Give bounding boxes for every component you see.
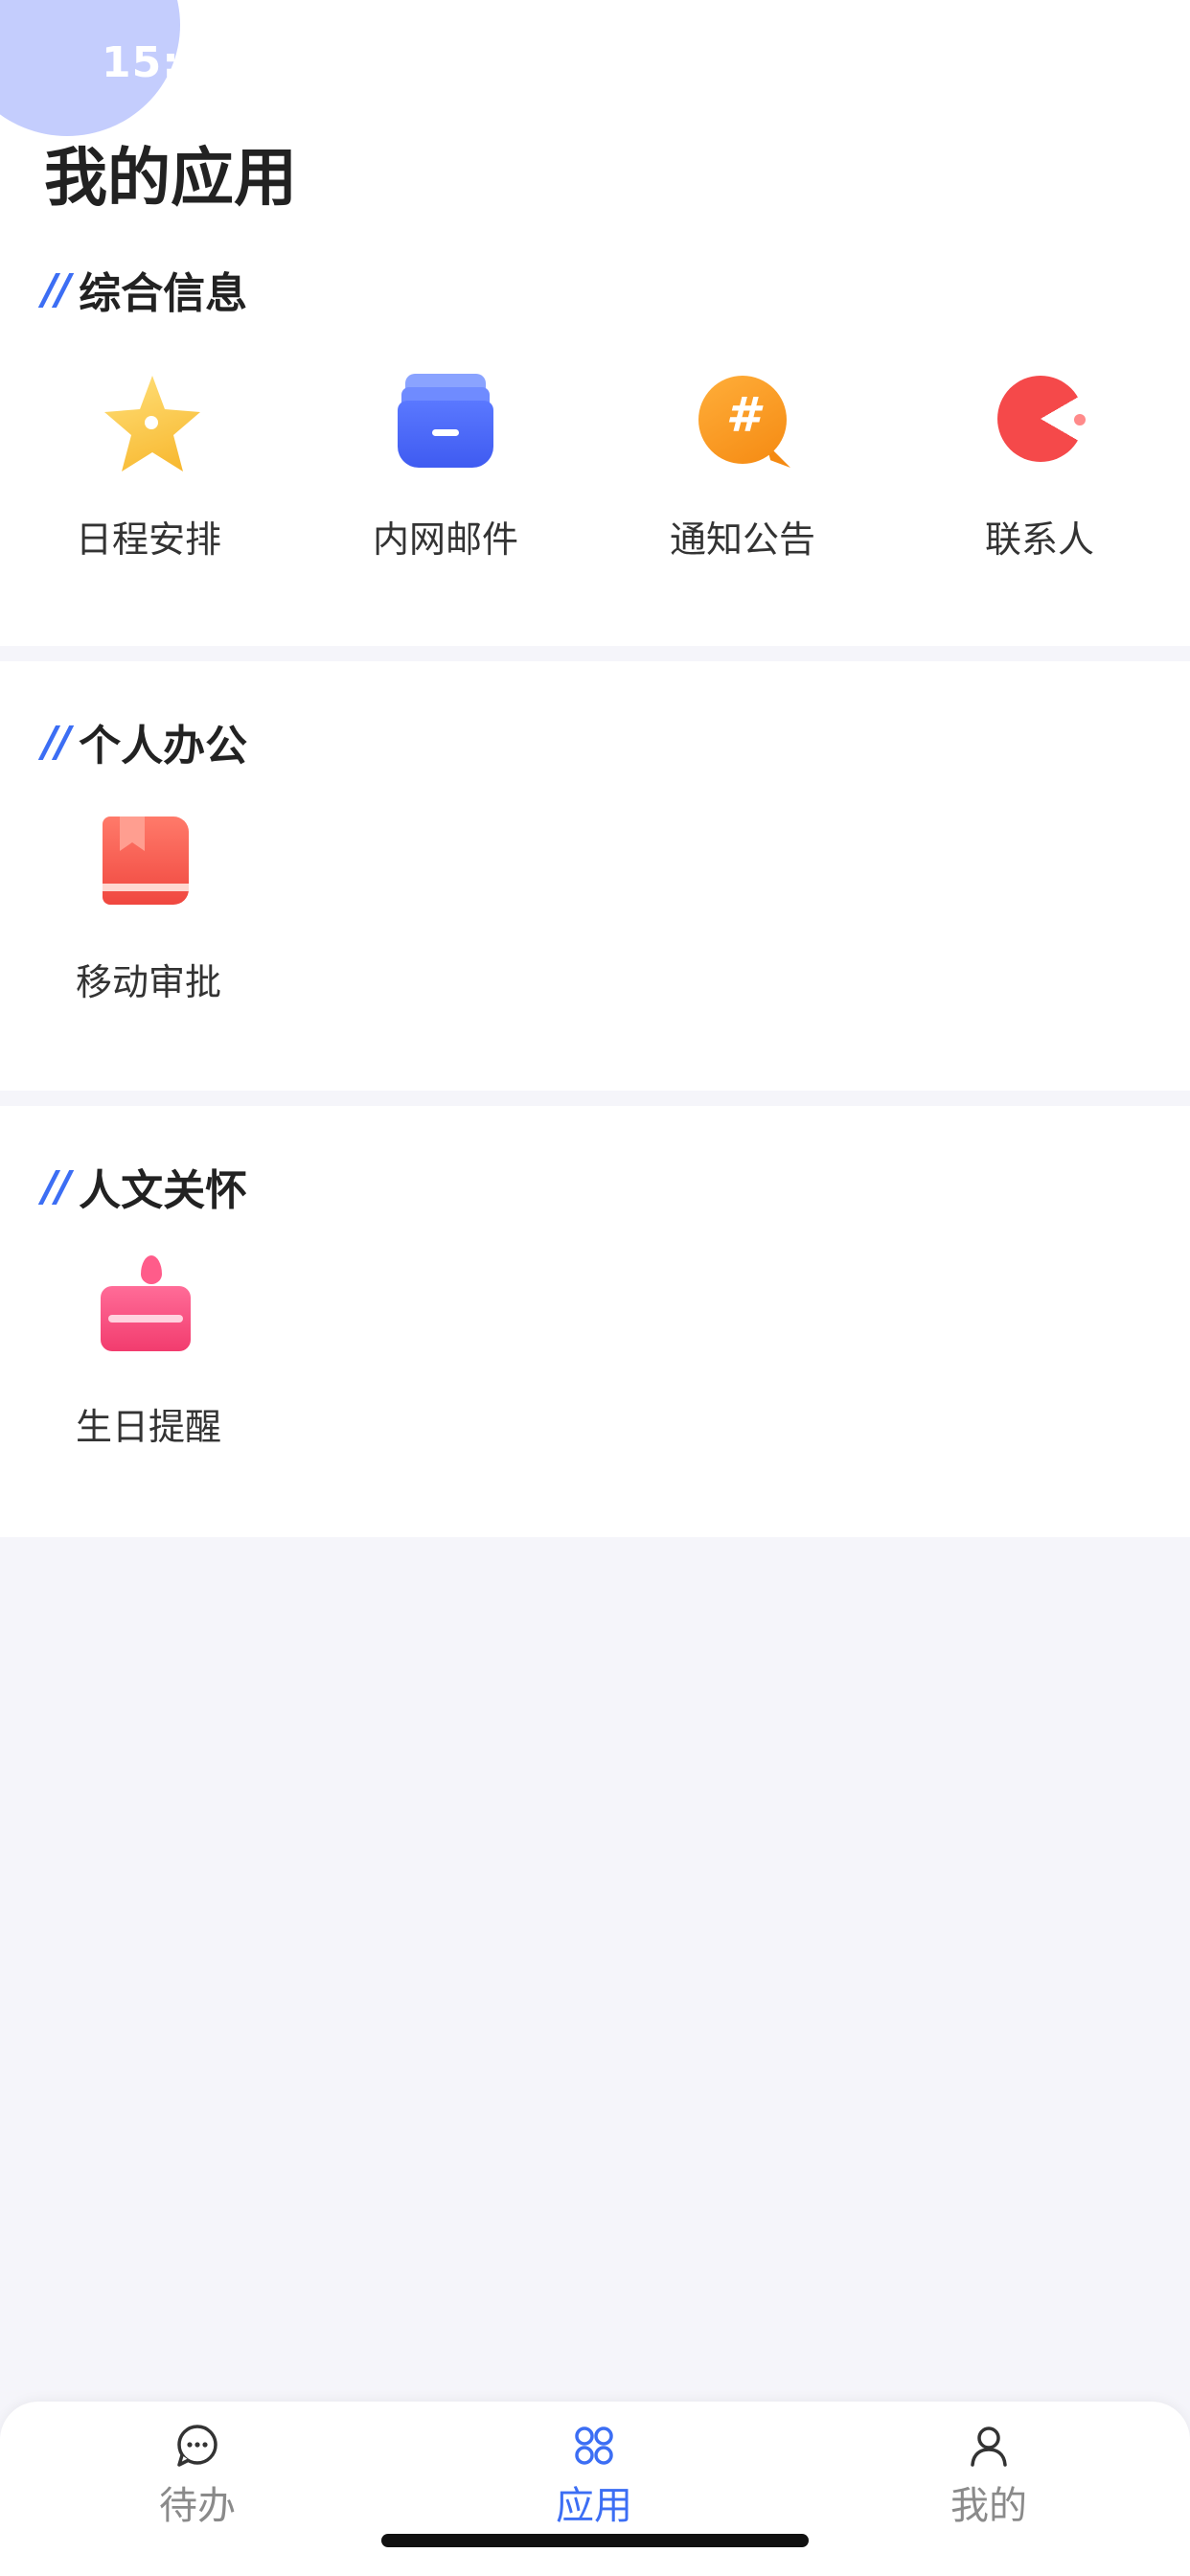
app-mobile-approval[interactable]: 移动审批 <box>0 816 297 1005</box>
person-icon <box>966 2423 1012 2469</box>
tab-label: 我的 <box>950 2484 1027 2528</box>
app-label: 生日提醒 <box>75 1406 221 1448</box>
pacman-contact-icon <box>982 376 1097 475</box>
section-title: 人文关怀 <box>79 1166 248 1215</box>
app-label: 内网邮件 <box>372 518 518 561</box>
app-contacts[interactable]: 联系人 <box>891 376 1188 563</box>
app-grid: 生日提醒 <box>0 1255 1190 1450</box>
double-slash-icon: // <box>42 1162 71 1211</box>
double-slash-icon: // <box>42 264 71 314</box>
app-grid: 移动审批 <box>0 816 1190 1005</box>
section-title: 综合信息 <box>79 269 248 318</box>
tab-apps[interactable]: 应用 <box>498 2423 690 2530</box>
section-humanistic-care: // 人文关怀 生日提醒 <box>0 1106 1190 1537</box>
app-label: 联系人 <box>984 518 1094 561</box>
section-general-info: 15: 我的应用 // 综合信息 日程安排 内网邮件 # 通知公告 联系人 <box>0 0 1190 646</box>
section-title: 个人办公 <box>79 722 248 770</box>
page-title: 我的应用 <box>44 141 297 215</box>
app-announcements[interactable]: # 通知公告 <box>594 376 891 563</box>
grid-app-icon <box>571 2423 617 2469</box>
tab-label: 待办 <box>159 2484 236 2528</box>
app-grid: 日程安排 内网邮件 # 通知公告 联系人 <box>0 374 1190 563</box>
app-intranet-mail[interactable]: 内网邮件 <box>297 374 594 563</box>
bottom-tab-bar: 待办 应用 我的 <box>0 2402 1190 2576</box>
cake-icon <box>91 1255 206 1363</box>
home-indicator <box>381 2534 809 2547</box>
section-header: // 综合信息 <box>42 259 247 320</box>
chat-bubble-icon <box>174 2423 220 2469</box>
tab-label: 应用 <box>556 2484 632 2528</box>
tab-mine[interactable]: 我的 <box>893 2423 1085 2530</box>
mailbox-icon <box>388 374 503 475</box>
app-label: 通知公告 <box>669 518 815 561</box>
star-icon <box>91 376 206 475</box>
app-birthday-reminder[interactable]: 生日提醒 <box>0 1255 297 1450</box>
app-schedule[interactable]: 日程安排 <box>0 376 297 563</box>
hash-bubble-icon: # <box>685 376 800 475</box>
section-header: // 个人办公 <box>42 711 247 772</box>
book-icon <box>91 816 206 918</box>
app-label: 移动审批 <box>75 961 221 1003</box>
section-header: // 人文关怀 <box>42 1156 247 1217</box>
status-time: 15: <box>102 38 180 87</box>
tab-todo[interactable]: 待办 <box>102 2423 293 2530</box>
double-slash-icon: // <box>42 717 71 767</box>
section-personal-office: // 个人办公 移动审批 <box>0 661 1190 1091</box>
app-label: 日程安排 <box>75 518 221 561</box>
